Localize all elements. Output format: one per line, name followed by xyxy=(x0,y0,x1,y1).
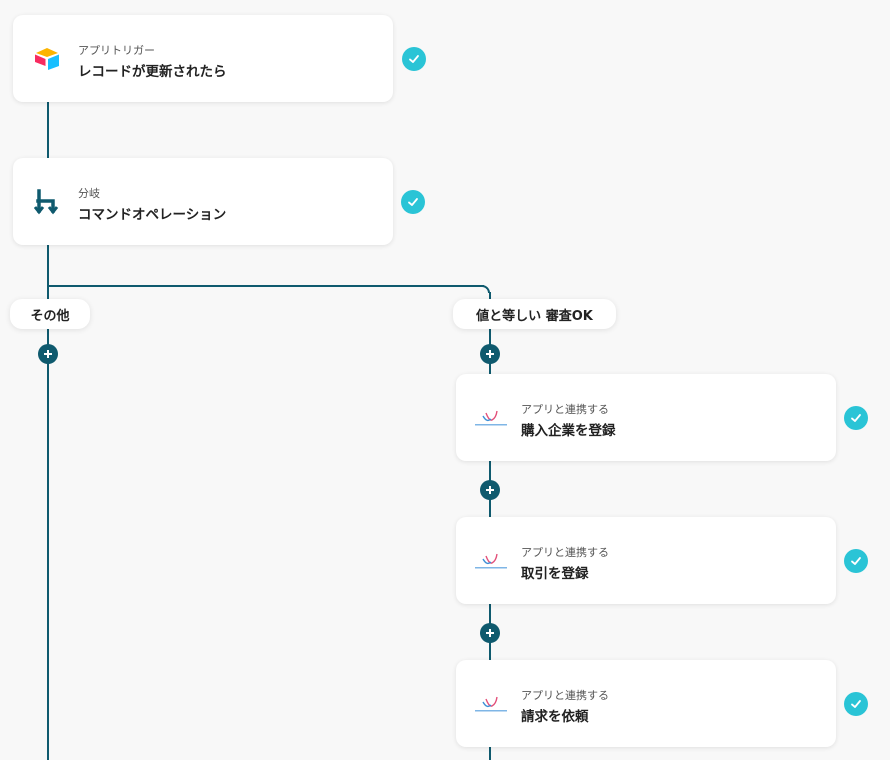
airtable-logo-icon xyxy=(33,45,61,73)
action-step-subtitle: アプリと連携する xyxy=(521,689,609,702)
branch-label-other[interactable]: その他 xyxy=(10,299,90,329)
check-icon xyxy=(401,190,425,214)
check-icon xyxy=(844,549,868,573)
paid-app-logo-icon xyxy=(473,690,509,718)
trigger-step-title: レコードが更新されたら xyxy=(78,64,227,80)
branch-icon xyxy=(33,188,61,216)
action-step-card-3[interactable]: アプリと連携する 請求を依頼 xyxy=(456,660,836,747)
connector-branch-horizontal xyxy=(47,285,484,287)
trigger-step-card[interactable]: アプリトリガー レコードが更新されたら xyxy=(13,15,393,102)
check-icon xyxy=(844,406,868,430)
action-step-subtitle: アプリと連携する xyxy=(521,403,609,416)
action-step-title: 購入企業を登録 xyxy=(521,423,616,439)
branch-step-title: コマンドオペレーション xyxy=(78,207,227,223)
action-step-title: 取引を登録 xyxy=(521,566,589,582)
check-icon xyxy=(402,47,426,71)
add-step-button-left[interactable] xyxy=(38,344,58,364)
action-step-card-1[interactable]: アプリと連携する 購入企業を登録 xyxy=(456,374,836,461)
paid-app-logo-icon xyxy=(473,547,509,575)
action-step-subtitle: アプリと連携する xyxy=(521,546,609,559)
branch-step-card[interactable]: 分岐 コマンドオペレーション xyxy=(13,158,393,245)
add-step-button-right-1[interactable] xyxy=(480,344,500,364)
action-step-title: 請求を依頼 xyxy=(521,709,589,725)
trigger-step-subtitle: アプリトリガー xyxy=(78,44,155,57)
add-step-button-right-3[interactable] xyxy=(480,623,500,643)
paid-app-logo-icon xyxy=(473,404,509,432)
action-step-card-2[interactable]: アプリと連携する 取引を登録 xyxy=(456,517,836,604)
check-icon xyxy=(844,692,868,716)
branch-step-subtitle: 分岐 xyxy=(78,187,100,200)
add-step-button-right-2[interactable] xyxy=(480,480,500,500)
branch-label-match[interactable]: 値と等しい 審査OK xyxy=(453,299,616,329)
